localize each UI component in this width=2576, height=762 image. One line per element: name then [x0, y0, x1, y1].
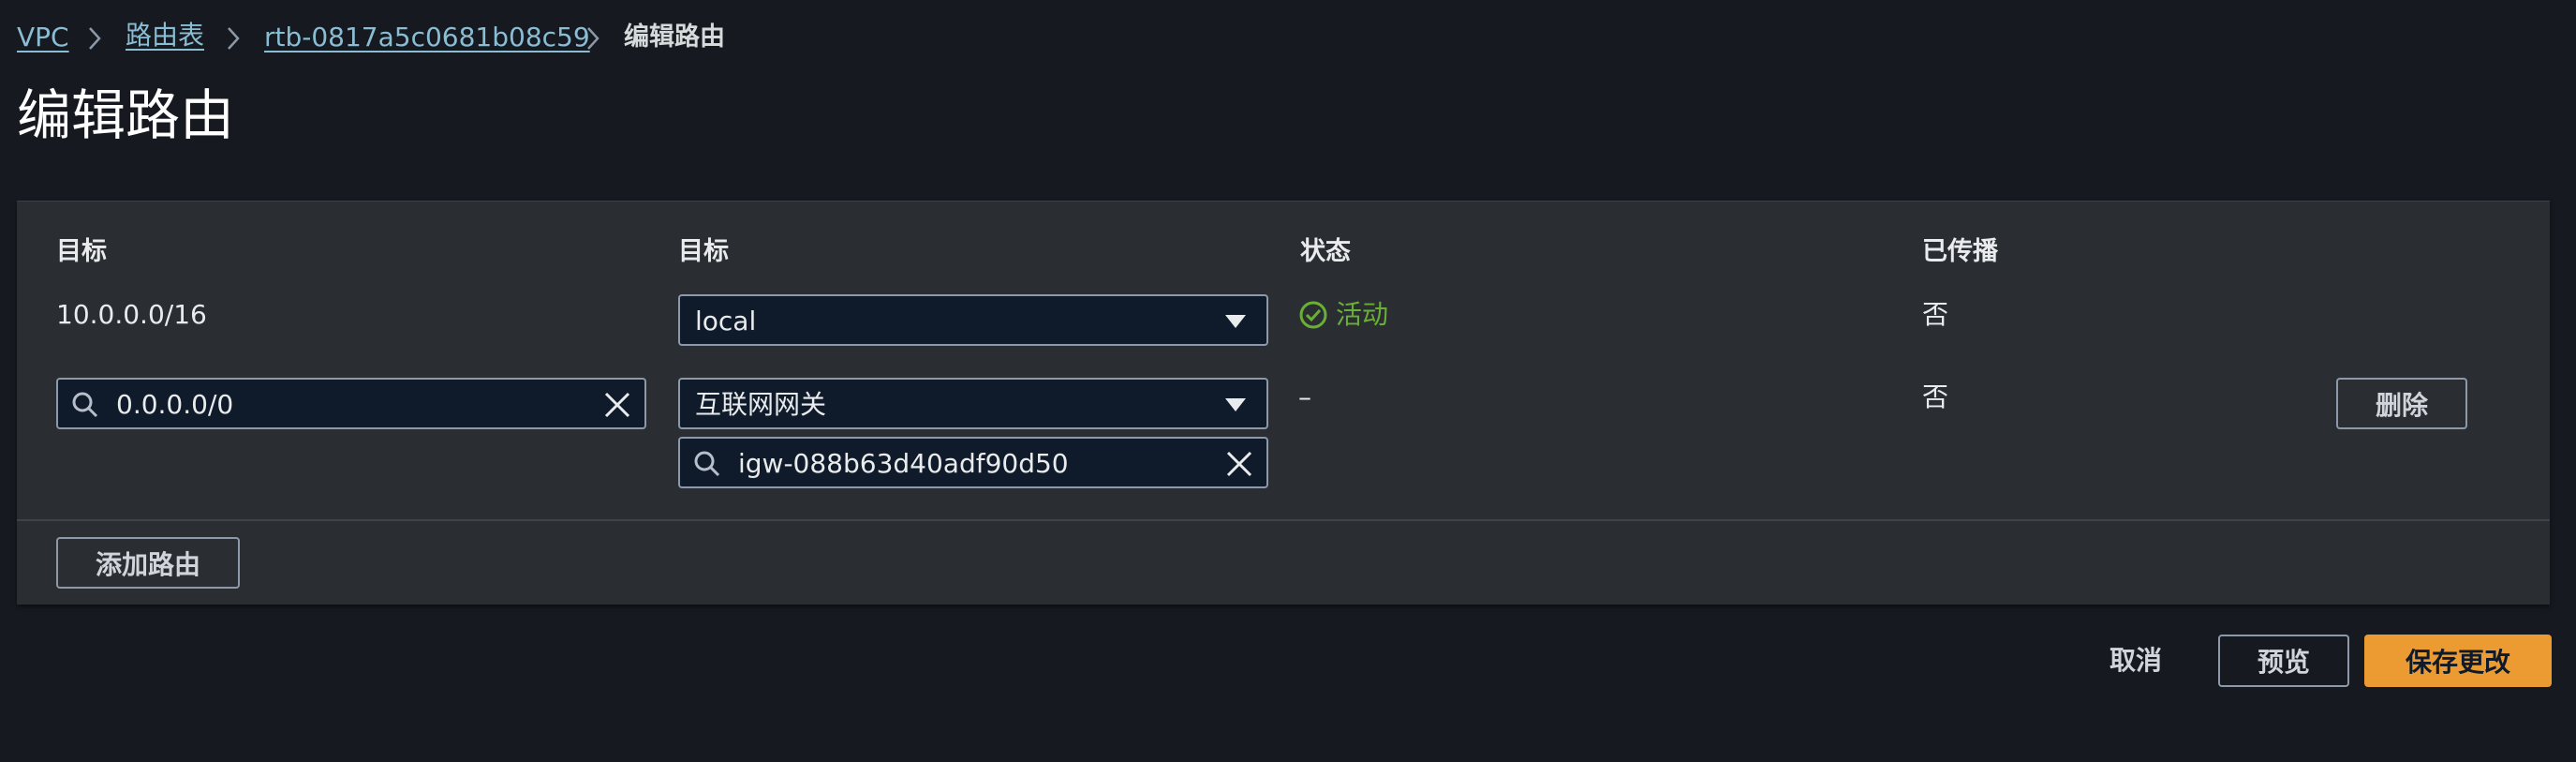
- row1-status: 活动: [1336, 299, 1389, 330]
- chevron-right-icon: [84, 24, 105, 52]
- search-icon: [71, 391, 99, 423]
- row2-propagated: 否: [1922, 381, 1949, 412]
- row2-target-select-value: 互联网网关: [695, 389, 827, 420]
- save-changes-button[interactable]: 保存更改: [2364, 635, 2552, 687]
- remove-route-button[interactable]: 删除: [2336, 378, 2467, 429]
- column-header-propagated: 已传播: [1922, 237, 1998, 266]
- row2-destination-value: 0.0.0.0/0: [116, 389, 234, 420]
- clear-icon[interactable]: [1225, 450, 1253, 482]
- page-title: 编辑路由: [17, 83, 235, 147]
- cancel-button[interactable]: 取消: [2110, 648, 2162, 674]
- row1-destination: 10.0.0.0/16: [56, 299, 207, 330]
- row1-propagated: 否: [1922, 299, 1949, 330]
- column-header-target: 目标: [678, 237, 729, 266]
- row1-target-select-value: local: [695, 306, 757, 336]
- search-icon: [693, 450, 721, 482]
- row2-destination-input[interactable]: 0.0.0.0/0: [56, 378, 646, 429]
- column-header-destination: 目标: [56, 237, 107, 266]
- caret-down-icon: [1223, 313, 1248, 334]
- chevron-right-icon: [583, 24, 603, 52]
- clear-icon[interactable]: [603, 391, 631, 423]
- breadcrumb-route-table-id-link[interactable]: rtb-0817a5c0681b08c59: [264, 24, 590, 51]
- row2-status: –: [1298, 381, 1311, 412]
- breadcrumb-route-tables-link[interactable]: 路由表: [126, 22, 204, 49]
- caret-down-icon: [1223, 396, 1248, 417]
- column-header-status: 状态: [1300, 237, 1351, 266]
- panel-divider: [17, 519, 2550, 521]
- preview-button[interactable]: 预览: [2218, 635, 2349, 687]
- row2-target-select[interactable]: 互联网网关: [678, 378, 1268, 429]
- breadcrumb-vpc-link[interactable]: VPC: [17, 24, 69, 51]
- chevron-right-icon: [223, 24, 244, 52]
- row1-target-select[interactable]: local: [678, 294, 1268, 346]
- row2-target-search-value: igw-088b63d40adf90d50: [738, 448, 1069, 479]
- add-route-button[interactable]: 添加路由: [56, 537, 240, 589]
- breadcrumb-current: 编辑路由: [624, 22, 725, 52]
- status-check-icon: [1298, 300, 1328, 334]
- row2-target-search-input[interactable]: igw-088b63d40adf90d50: [678, 437, 1268, 488]
